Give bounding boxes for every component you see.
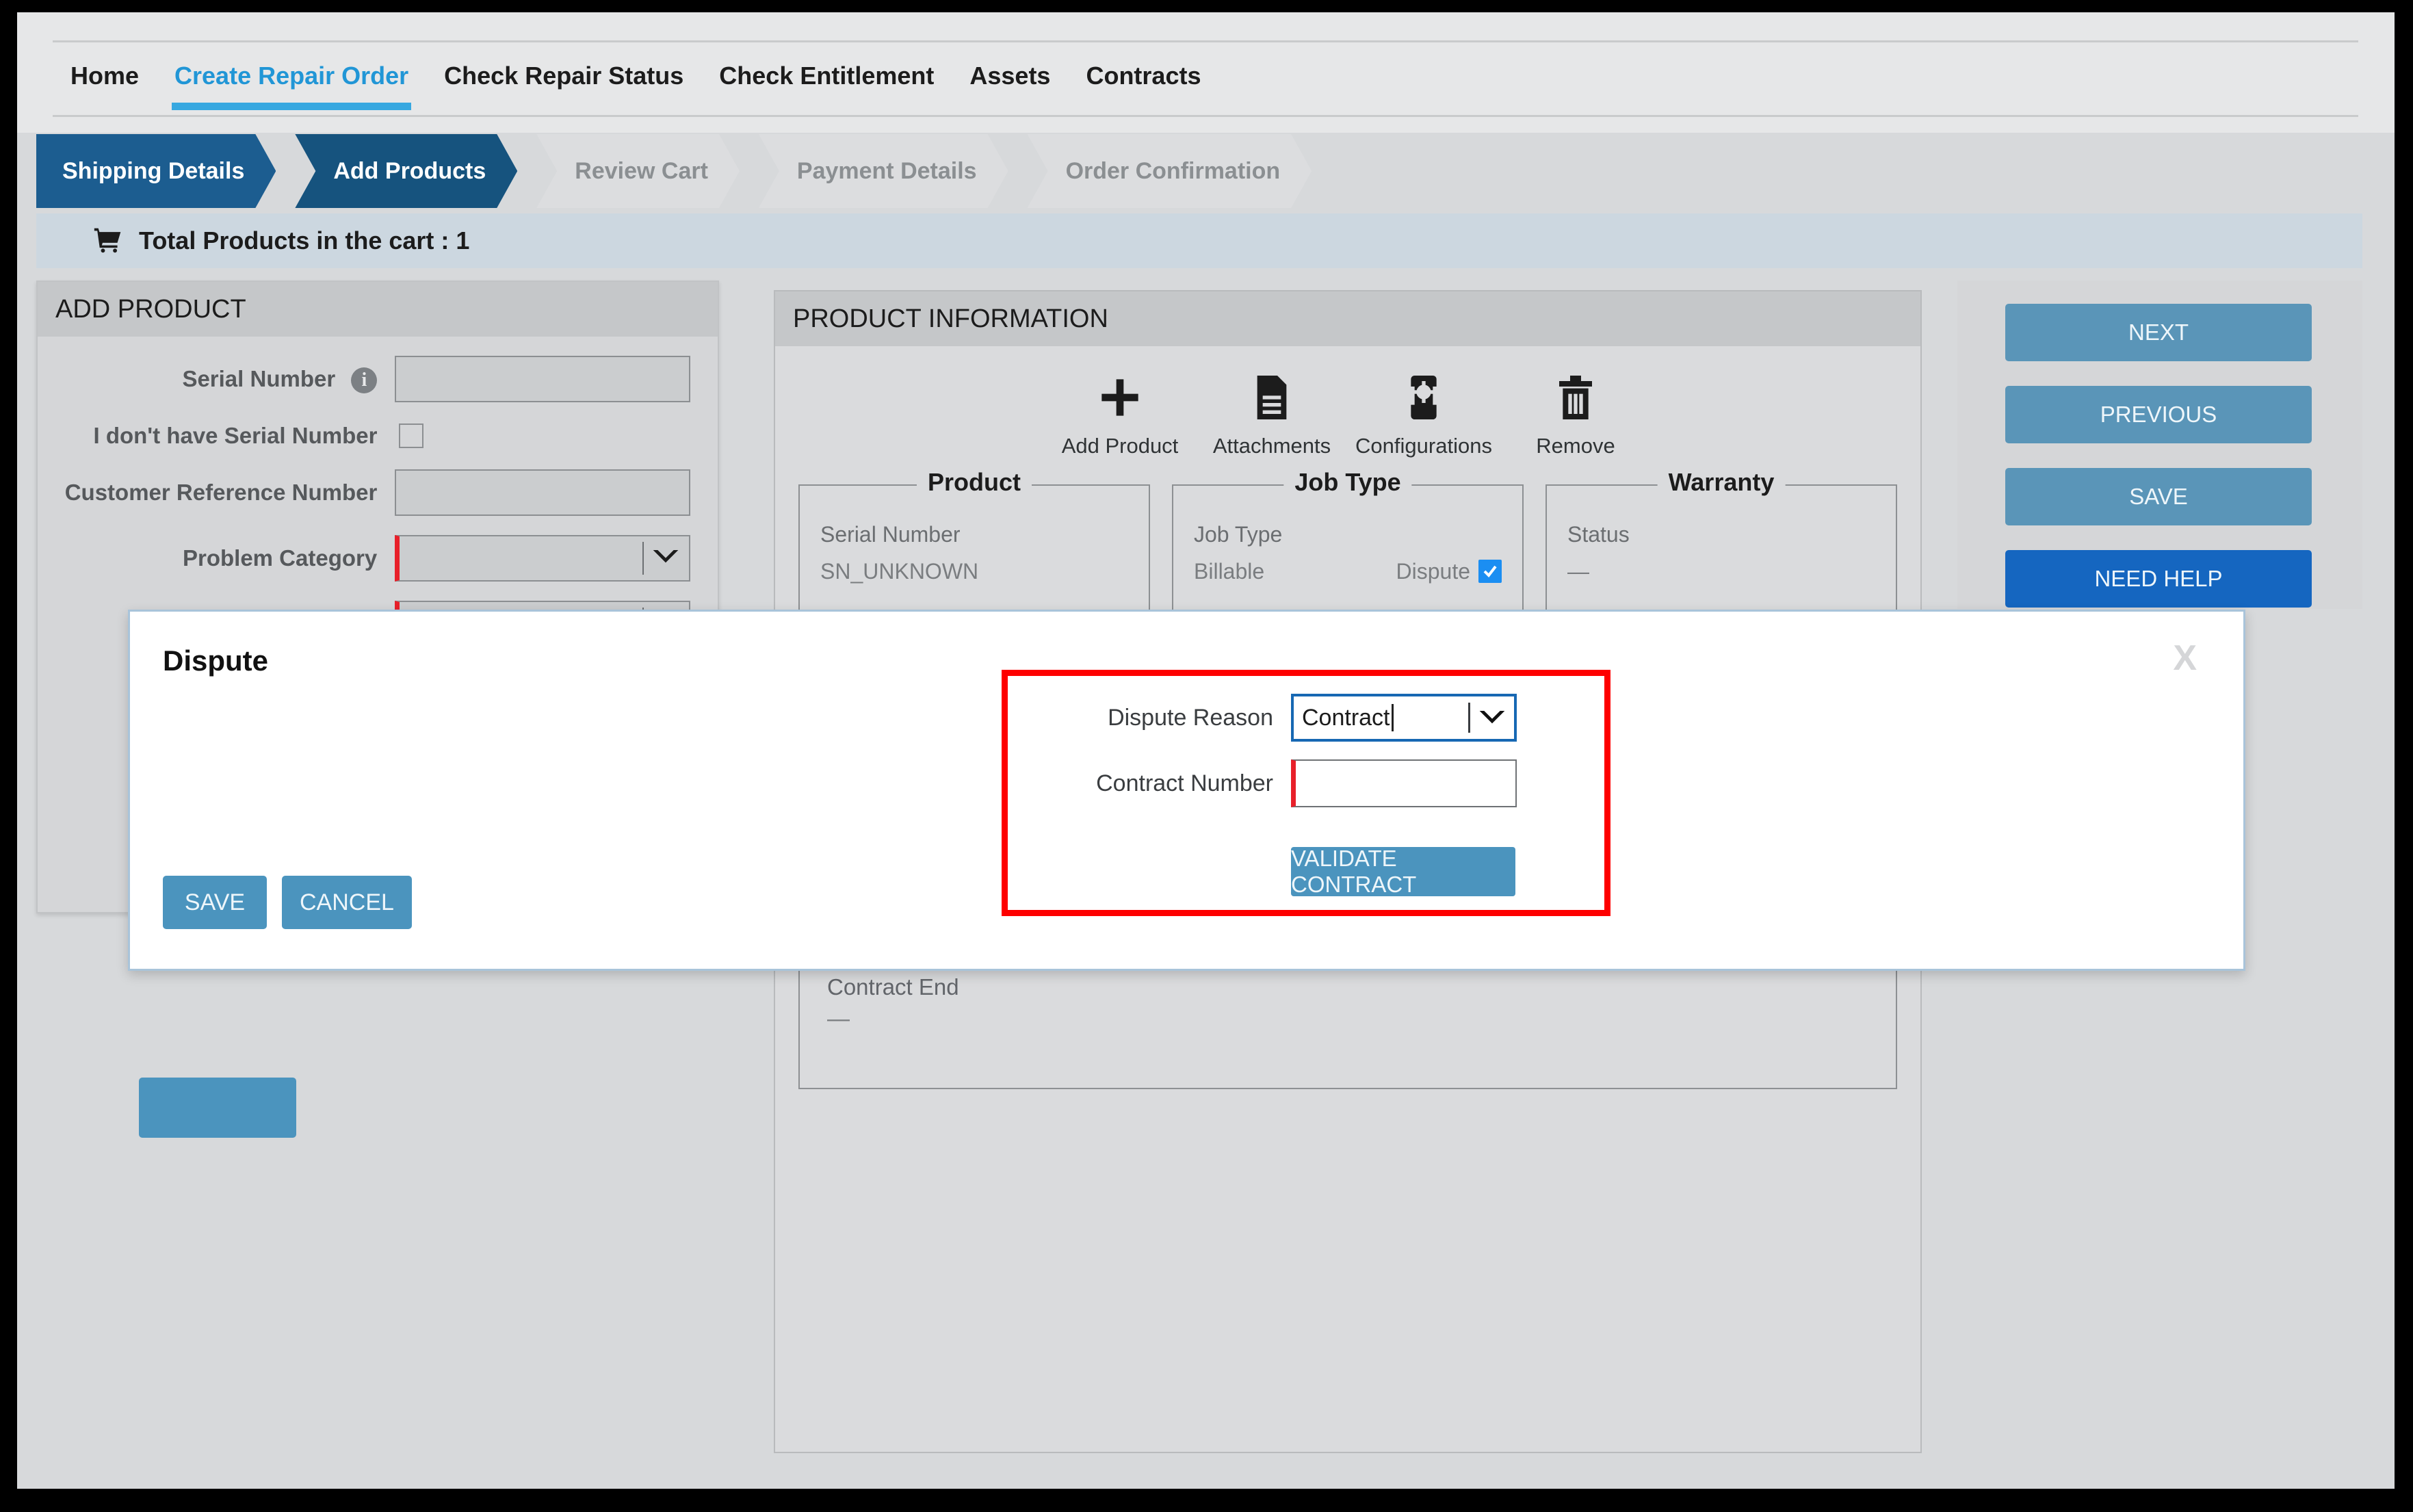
text-caret	[1391, 704, 1394, 731]
dispute-reason-value: Contract	[1302, 704, 1390, 731]
dispute-form-highlight: Dispute Reason Contract Contract Number	[1002, 670, 1610, 916]
validate-contract-button[interactable]: VALIDATE CONTRACT	[1291, 846, 1515, 897]
app-viewport: Home Create Repair Order Check Repair St…	[17, 12, 2395, 1489]
select-divider	[1468, 703, 1470, 733]
modal-cancel-label: CANCEL	[300, 889, 394, 915]
contract-number-input[interactable]	[1291, 759, 1517, 807]
modal-save-label: SAVE	[184, 889, 246, 915]
dispute-reason-label: Dispute Reason	[1108, 704, 1273, 731]
modal-title: Dispute	[163, 644, 269, 677]
contract-number-label: Contract Number	[1096, 770, 1273, 796]
modal-save-button[interactable]: SAVE	[163, 876, 267, 929]
chevron-down-icon	[1478, 709, 1506, 727]
validate-contract-label: VALIDATE CONTRACT	[1291, 846, 1417, 897]
dispute-reason-select[interactable]: Contract	[1291, 694, 1517, 742]
modal-footer: SAVE CANCEL	[163, 876, 412, 929]
modal-cancel-button[interactable]: CANCEL	[282, 876, 412, 929]
dispute-reason-row: Dispute Reason Contract	[1008, 694, 1604, 742]
contract-number-row: Contract Number	[1008, 759, 1604, 807]
close-icon[interactable]: X	[2173, 638, 2197, 679]
modal-overlay: Dispute X Dispute Reason Contract Contra…	[17, 12, 2395, 1489]
dispute-modal: Dispute X Dispute Reason Contract Contra…	[128, 610, 2245, 971]
